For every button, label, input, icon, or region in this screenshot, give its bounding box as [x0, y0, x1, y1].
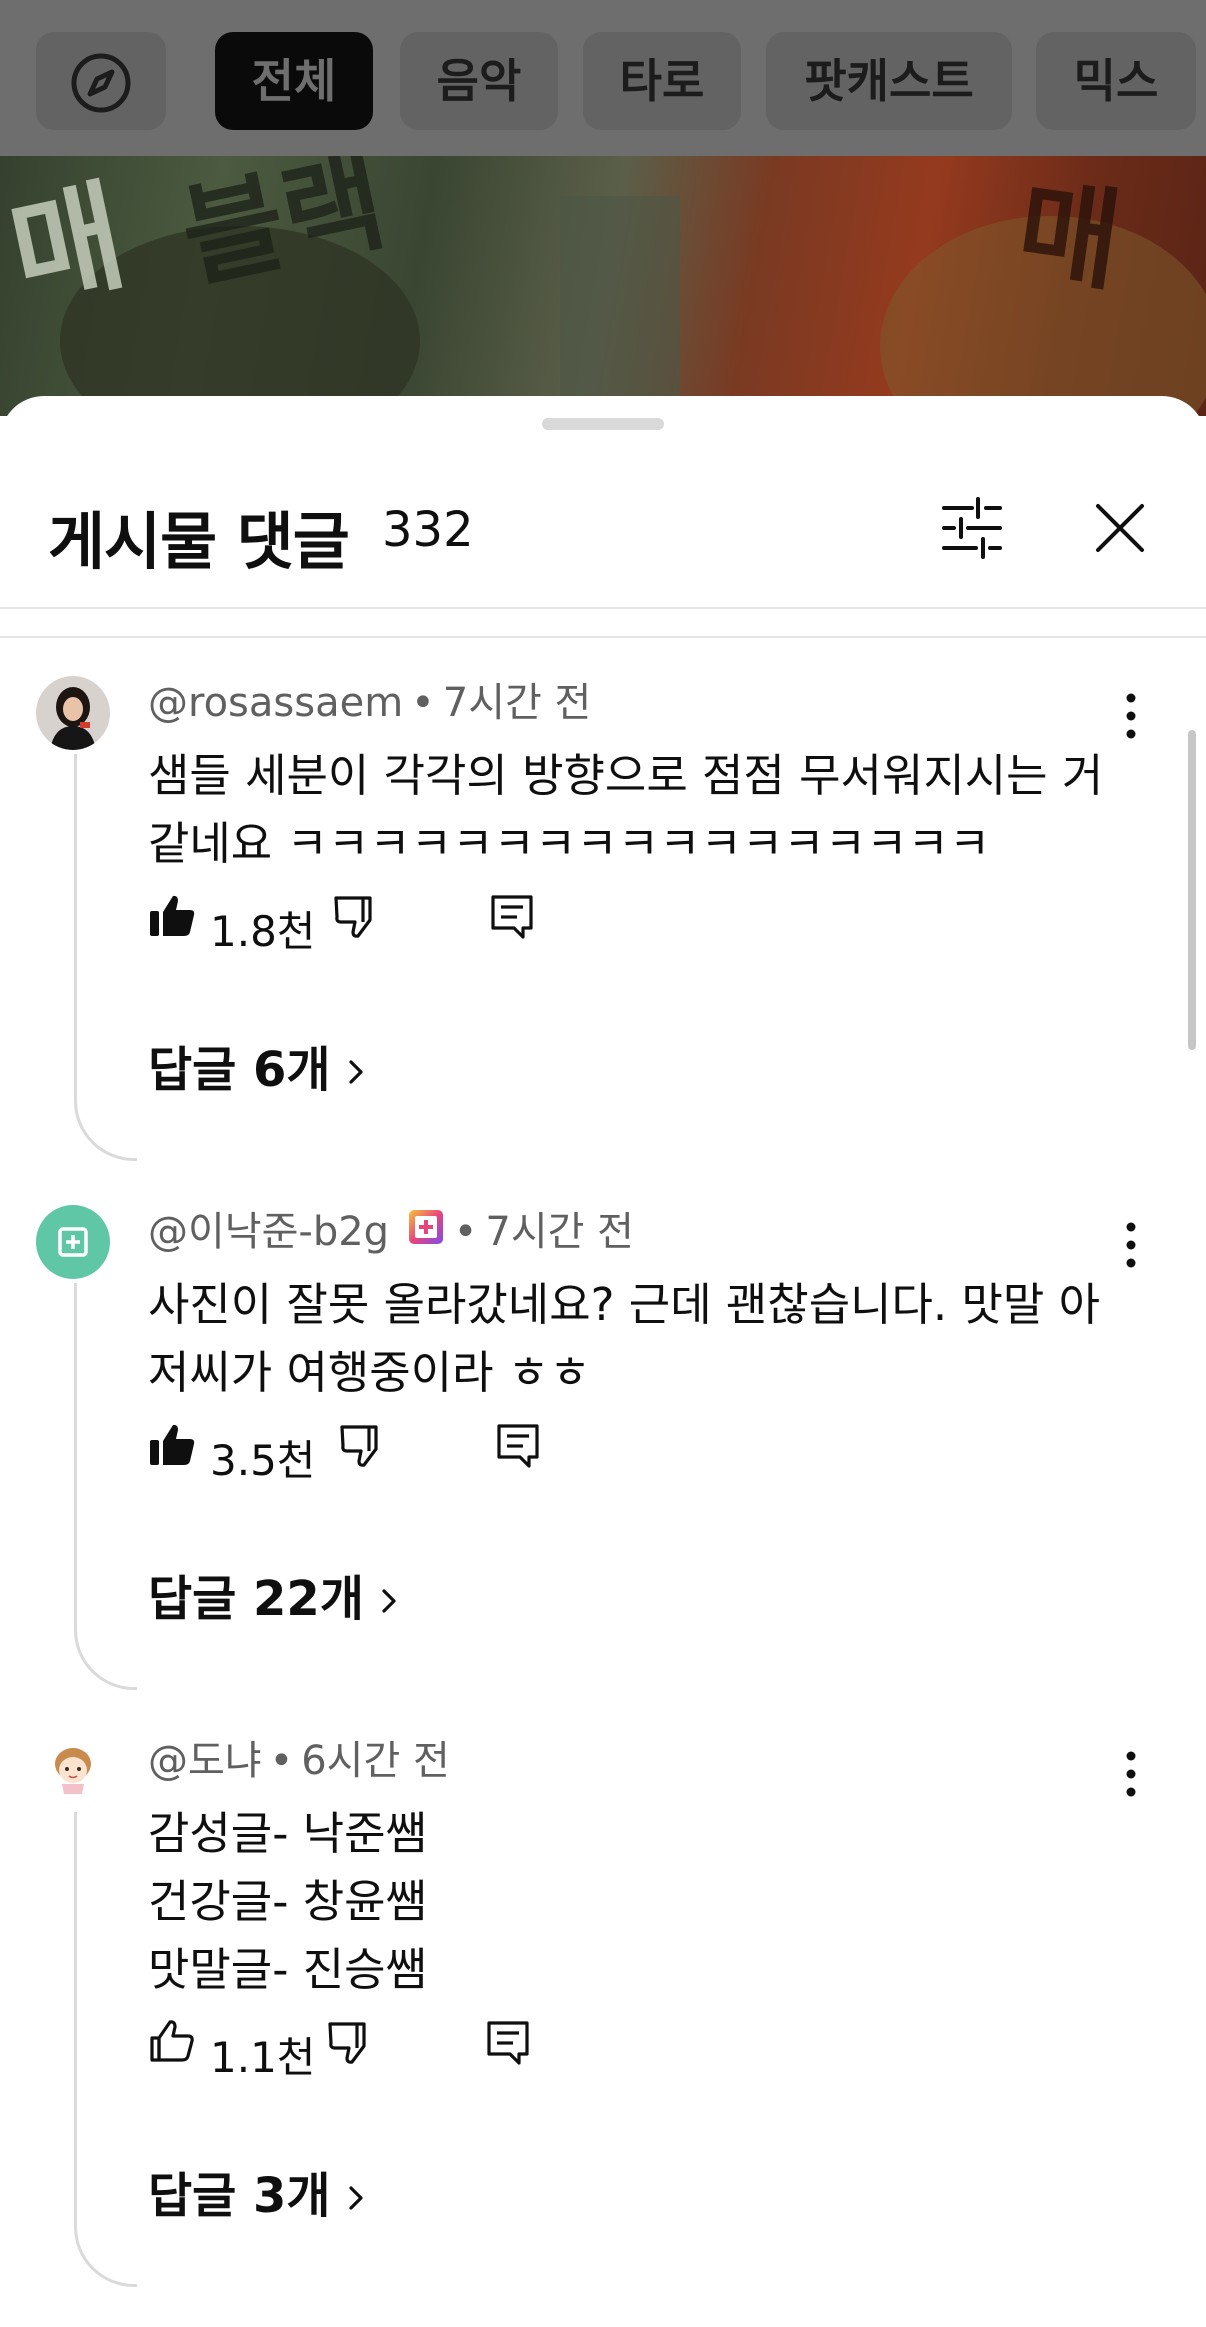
chevron-right-icon [348, 1060, 363, 1084]
photo-avatar-icon [36, 676, 110, 750]
like-button[interactable] [148, 892, 196, 944]
thread-line [74, 1283, 137, 1690]
more-options-button[interactable] [1110, 686, 1152, 746]
commenter-avatar[interactable] [36, 1734, 110, 1808]
like-button[interactable] [148, 1421, 196, 1473]
more-options-button[interactable] [1110, 1215, 1152, 1275]
dislike-button[interactable] [326, 2018, 374, 2070]
more-vert-icon [1126, 693, 1136, 739]
comment-text-line: 맛말글- 진승쌤 [148, 1943, 427, 1996]
chevron-right-icon [382, 1589, 396, 1613]
filter-button[interactable] [932, 488, 1012, 568]
comment-text-line: 건강글- 창윤쌤 [148, 1875, 427, 1928]
thumbs-up-icon [150, 2020, 194, 2062]
cartoon-avatar-icon [55, 1748, 91, 1794]
like-count: 3.5천 [210, 1436, 316, 1485]
comment-item: @이낙준-b2g • 7시간 전 사진이 잘못 올라갔네요? 근데 괜찮습니다. … [0, 1205, 1206, 1725]
sliders-icon [942, 497, 1002, 559]
comment-reply-icon [497, 1424, 539, 1468]
close-icon [1096, 504, 1144, 552]
close-button[interactable] [1080, 488, 1160, 568]
header-divider [0, 636, 1206, 638]
comment-text: 사진이 잘못 올라갔네요? 근데 괜찮습니다. 맛말 아저씨가 여행중이라 ㅎㅎ [148, 1278, 1101, 1399]
comment-text: 감성글- 낙준쌤 건강글- 창윤쌤 맛말글- 진승쌤 [148, 1800, 1128, 2004]
comment-meta: @도냐 • 6시간 전 [148, 1738, 450, 1784]
reply-button[interactable] [484, 2018, 532, 2070]
comment-author[interactable]: @rosassaem [148, 680, 403, 726]
like-button[interactable] [148, 2018, 196, 2070]
thumbnail-text: 매 [0, 166, 137, 326]
chip-all[interactable]: 전체 [215, 32, 373, 130]
teal-avatar-icon [58, 1227, 88, 1257]
comment-time: 7시간 전 [485, 1209, 634, 1255]
comment-item: @rosassaem • 7시간 전 샘들 세분이 각각의 방향으로 점점 무서워지… [0, 676, 1206, 1196]
view-replies-button[interactable]: 답글 6개 [148, 1030, 369, 1100]
comment-item: @도냐 • 6시간 전 감성글- 낙준쌤 건강글- 창윤쌤 맛말글- 진승쌤 1.1… [0, 1734, 1206, 2327]
chip-podcast[interactable]: 팟캐스트 [766, 32, 1012, 130]
comment-author[interactable]: @이낙준-b2g [148, 1209, 389, 1255]
view-replies-button[interactable]: 답글 3개 [148, 2156, 369, 2226]
commenter-avatar[interactable] [36, 676, 110, 750]
thumbs-up-filled-icon [150, 1424, 195, 1465]
replies-label: 답글 22개 [148, 1571, 364, 1627]
replies-label: 답글 3개 [148, 2168, 331, 2224]
comment-text-line: 감성글- 낙준쌤 [148, 1807, 427, 1860]
compass-icon [71, 53, 131, 113]
drag-handle[interactable] [542, 418, 664, 430]
chevron-right-icon [348, 2186, 363, 2210]
thumbs-down-icon [334, 896, 372, 938]
more-vert-icon [1126, 1751, 1136, 1797]
chip-mix[interactable]: 믹스 [1036, 32, 1196, 130]
chip-tarot[interactable]: 타로 [583, 32, 741, 130]
commenter-avatar[interactable] [36, 1205, 110, 1279]
comment-time: 6시간 전 [301, 1738, 450, 1784]
replies-label: 답글 6개 [148, 1042, 331, 1098]
reply-button[interactable] [488, 892, 536, 944]
comment-reply-icon [491, 895, 533, 939]
comment-text: 샘들 세분이 각각의 방향으로 점점 무서워지시는 거 같네요 ㅋㅋㅋㅋㅋㅋㅋㅋ… [148, 749, 1104, 870]
sheet-title: 게시물 댓글 [48, 505, 350, 578]
dislike-button[interactable] [332, 892, 380, 944]
like-count: 1.1천 [210, 2033, 316, 2082]
explore-button[interactable] [36, 32, 166, 130]
comment-meta: @이낙준-b2g • 7시간 전 [148, 1209, 634, 1255]
thread-line [74, 754, 137, 1161]
thumbs-down-icon [328, 2022, 366, 2064]
thumbs-down-icon [340, 1425, 378, 1467]
thumbs-up-filled-icon [150, 895, 195, 936]
comments-sheet: 게시물 댓글 332 @rosassaem • 7시간 전 샘들 세분이 각각의… [0, 396, 1206, 2327]
reply-button[interactable] [494, 1421, 542, 1473]
more-vert-icon [1126, 1222, 1136, 1268]
post-thumbnail: 매 블랙 매 [0, 156, 1206, 416]
more-options-button[interactable] [1110, 1744, 1152, 1804]
comment-reply-icon [487, 2021, 529, 2065]
dislike-button[interactable] [338, 1421, 386, 1473]
thread-line [74, 1812, 137, 2287]
header-divider [0, 607, 1206, 609]
comment-count: 332 [382, 502, 474, 558]
chip-music[interactable]: 음악 [400, 32, 558, 130]
chip-bar: 전체 음악 타로 팟캐스트 믹스 [0, 0, 1206, 156]
like-count: 1.8천 [210, 907, 316, 956]
comment-meta: @rosassaem • 7시간 전 [148, 680, 592, 726]
view-replies-button[interactable]: 답글 22개 [148, 1559, 402, 1629]
comment-author[interactable]: @도냐 [148, 1738, 262, 1784]
member-badge-icon [408, 1210, 443, 1244]
comment-time: 7시간 전 [442, 680, 592, 726]
